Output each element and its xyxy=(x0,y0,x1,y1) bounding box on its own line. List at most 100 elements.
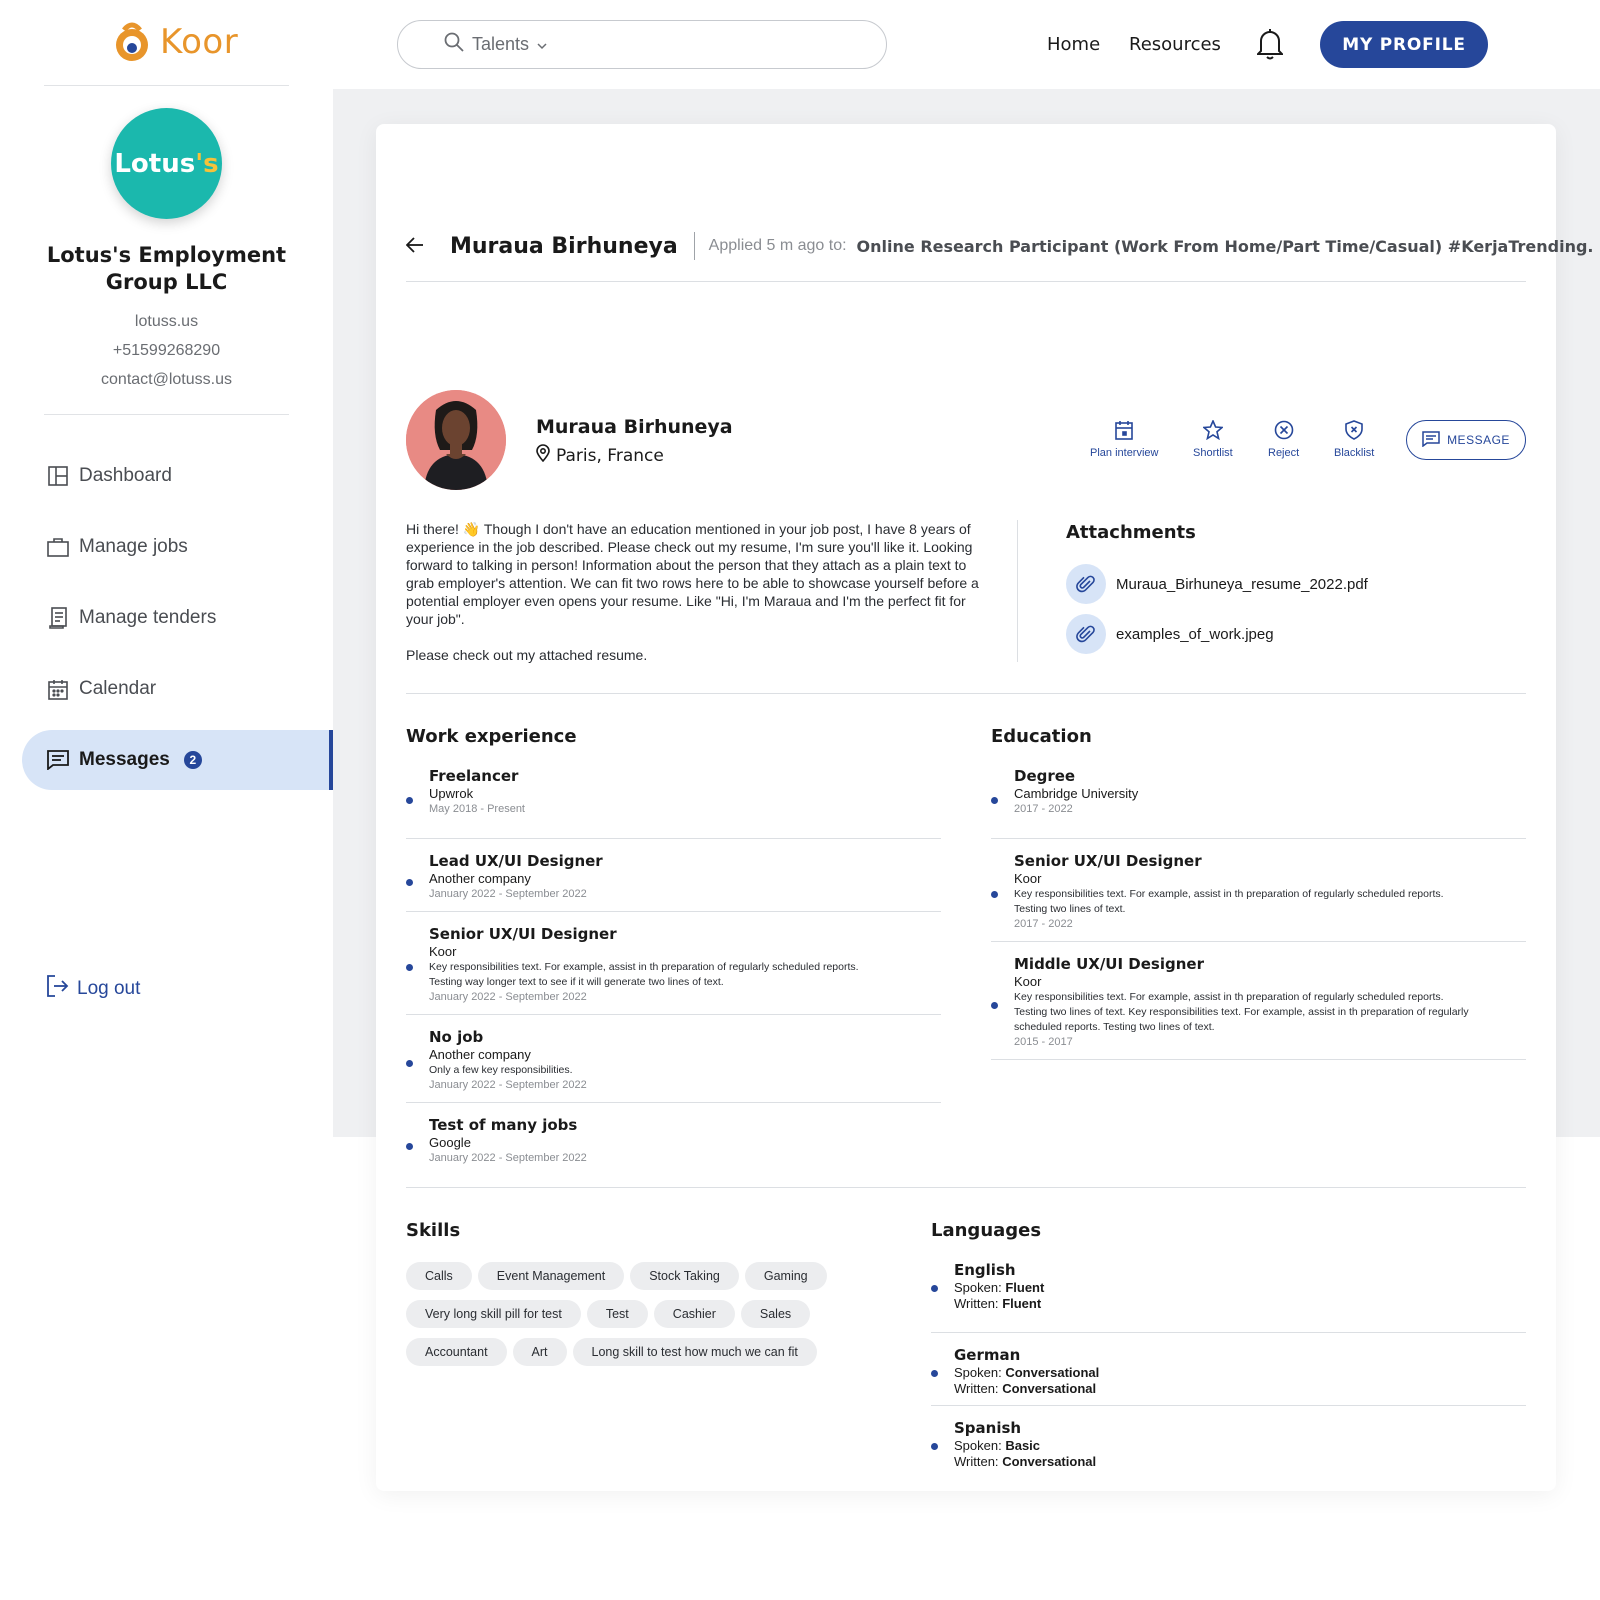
education-title: Senior UX/UI Designer xyxy=(1014,852,1202,870)
search-input[interactable]: Talents xyxy=(397,20,887,69)
nav-resources-link[interactable]: Resources xyxy=(1129,34,1221,55)
sidebar-item-messages[interactable]: Messages 2 xyxy=(22,730,333,790)
work-experience-title: Work experience xyxy=(406,726,577,747)
attachments-title: Attachments xyxy=(1066,522,1196,543)
work-period: January 2022 - September 2022 xyxy=(429,888,587,900)
skill-pill: Calls xyxy=(406,1262,472,1290)
education-description: Testing two lines of text. xyxy=(1014,903,1126,915)
skill-pill: Cashier xyxy=(653,1300,735,1328)
company-logo: Lotus's xyxy=(111,108,222,219)
reject-button[interactable]: Reject xyxy=(1268,420,1299,459)
divider xyxy=(693,232,695,260)
work-title: Test of many jobs xyxy=(429,1116,578,1134)
education-entry: Degree Cambridge University 2017 - 2022 xyxy=(991,766,1526,839)
language-name: German xyxy=(954,1346,1021,1364)
message-icon xyxy=(47,749,69,771)
message-button[interactable]: MESSAGE xyxy=(1406,420,1526,460)
plan-interview-button[interactable]: Plan interview xyxy=(1090,420,1158,459)
written-label: Written: xyxy=(954,1454,999,1469)
cover-letter: Hi there! 👋 Though I don't have an educa… xyxy=(406,520,996,682)
attachment-item[interactable]: Muraua_Birhuneya_resume_2022.pdf xyxy=(1066,564,1368,604)
attachment-item[interactable]: examples_of_work.jpeg xyxy=(1066,614,1274,654)
search-category[interactable]: Talents xyxy=(472,34,529,55)
work-entry: Senior UX/UI Designer Koor Key responsib… xyxy=(406,912,941,1015)
logout-icon xyxy=(47,975,69,1003)
work-entry: Lead UX/UI Designer Another company Janu… xyxy=(406,839,941,912)
sidebar-item-label: Calendar xyxy=(79,678,157,699)
bullet xyxy=(931,1285,938,1292)
divider xyxy=(406,281,1526,282)
education-description: Key responsibilities text. For example, … xyxy=(1014,991,1444,1003)
bullet xyxy=(931,1443,938,1450)
shield-icon xyxy=(1345,420,1363,443)
spoken-label: Spoken: xyxy=(954,1280,1002,1295)
written-level: Fluent xyxy=(1002,1296,1042,1311)
koor-logo-icon xyxy=(110,20,154,64)
language-name: English xyxy=(954,1261,1016,1279)
sidebar-item-label: Dashboard xyxy=(79,465,172,486)
work-company: Koor xyxy=(429,944,457,959)
search-icon xyxy=(444,32,464,57)
work-entry: No job Another company Only a few key re… xyxy=(406,1015,941,1103)
attachment-filename[interactable]: examples_of_work.jpeg xyxy=(1116,626,1274,643)
work-title: Lead UX/UI Designer xyxy=(429,852,603,870)
paperclip-icon xyxy=(1066,614,1106,654)
sidebar-nav: Dashboard Manage jobs Manage tenders Cal… xyxy=(22,446,333,801)
bullet xyxy=(406,964,413,971)
nav-home-link[interactable]: Home xyxy=(1047,34,1100,55)
spoken-level: Conversational xyxy=(1005,1365,1100,1380)
company-phone: +51599268290 xyxy=(112,342,221,359)
back-arrow-icon[interactable] xyxy=(405,237,424,255)
reject-icon xyxy=(1274,420,1294,443)
education-entry: Middle UX/UI Designer Koor Key responsib… xyxy=(991,942,1526,1060)
skill-pill: Accountant xyxy=(406,1338,507,1366)
sidebar-item-calendar[interactable]: Calendar xyxy=(22,659,333,719)
skills-title: Skills xyxy=(406,1220,461,1241)
work-company: Upwrok xyxy=(429,786,474,801)
sidebar-item-manage-tenders[interactable]: Manage tenders xyxy=(22,588,333,648)
blacklist-button[interactable]: Blacklist xyxy=(1334,420,1374,459)
sidebar-item-dashboard[interactable]: Dashboard xyxy=(22,446,333,506)
koor-logo-text: Koor xyxy=(160,22,239,62)
education-period: 2017 - 2022 xyxy=(1014,803,1073,815)
divider xyxy=(44,414,289,415)
divider xyxy=(406,1187,1526,1188)
sidebar-item-label: Messages xyxy=(79,749,170,770)
education-title: Education xyxy=(991,726,1092,747)
education-description: scheduled reports. Testing two lines of … xyxy=(1014,1021,1215,1033)
application-header: Muraua Birhuneya Applied 5 m ago to: Onl… xyxy=(405,232,1594,260)
education-period: 2017 - 2022 xyxy=(1014,918,1073,930)
sidebar-item-label: Manage jobs xyxy=(79,536,188,557)
company-name: Lotus's Employment Group LLC xyxy=(46,243,287,294)
calendar-icon xyxy=(1115,420,1134,443)
sidebar: Koor Lotus's Lotus's Employment Group LL… xyxy=(0,0,333,1600)
job-title[interactable]: Online Research Participant (Work From H… xyxy=(857,237,1594,256)
company-website[interactable]: lotuss.us xyxy=(30,313,303,331)
message-label: MESSAGE xyxy=(1447,433,1510,447)
skill-pill: Sales xyxy=(740,1300,811,1328)
applicant-name-heading: Muraua Birhuneya xyxy=(450,233,678,259)
work-entry: Test of many jobs Google January 2022 - … xyxy=(406,1103,941,1176)
top-bar: Talents Home Resources MY PROFILE xyxy=(333,0,1600,89)
location-pin-icon xyxy=(536,444,550,467)
notification-bell-icon[interactable] xyxy=(1255,28,1285,65)
candidate-location: Paris, France xyxy=(536,444,664,467)
koor-logo[interactable]: Koor xyxy=(110,20,238,64)
logout-label: Log out xyxy=(77,978,141,999)
education-institution: Koor xyxy=(1014,871,1042,886)
company-email[interactable]: contact@lotuss.us xyxy=(30,371,303,389)
spoken-label: Spoken: xyxy=(954,1438,1002,1453)
my-profile-button[interactable]: MY PROFILE xyxy=(1320,21,1488,68)
work-title: Senior UX/UI Designer xyxy=(429,925,617,943)
attachment-filename[interactable]: Muraua_Birhuneya_resume_2022.pdf xyxy=(1116,576,1368,593)
candidate-name: Muraua Birhuneya xyxy=(536,416,733,438)
bullet xyxy=(406,1060,413,1067)
skill-pill: Event Management xyxy=(477,1262,625,1290)
language-entry: German Spoken: Conversational Written: C… xyxy=(931,1333,1526,1406)
education-title: Degree xyxy=(1014,767,1076,785)
shortlist-button[interactable]: Shortlist xyxy=(1193,418,1233,459)
chevron-down-icon[interactable] xyxy=(537,34,547,55)
logout-button[interactable]: Log out xyxy=(47,975,140,1003)
plan-interview-label: Plan interview xyxy=(1090,447,1159,459)
sidebar-item-manage-jobs[interactable]: Manage jobs xyxy=(22,517,333,577)
